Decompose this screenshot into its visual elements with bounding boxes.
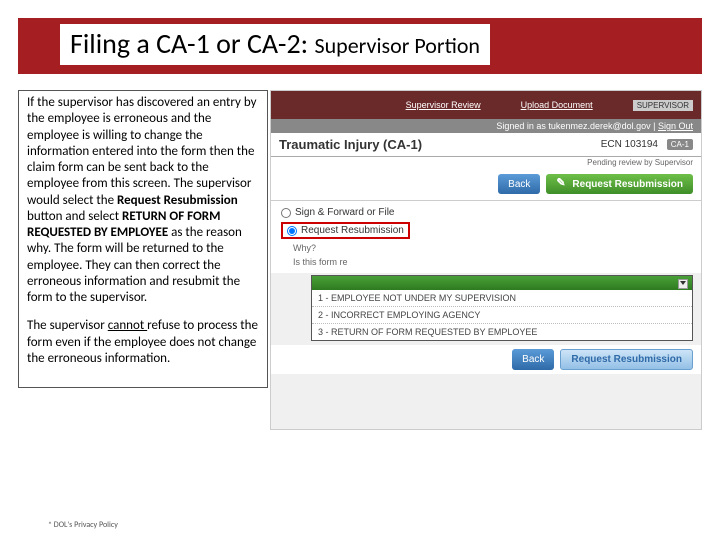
p1-mid: button and select (27, 209, 122, 224)
bottom-button-row: Back Request Resubmission (271, 345, 701, 374)
highlight-box: Request Resubmission (281, 222, 410, 239)
chevron-down-icon (680, 281, 686, 285)
back-button[interactable]: Back (498, 174, 540, 194)
nav-supervisor-review[interactable]: Supervisor Review (406, 100, 481, 110)
radio-request-resubmission[interactable] (287, 226, 297, 236)
signout-link[interactable]: Sign Out (658, 121, 693, 131)
is-form-label: Is this form re (281, 255, 691, 269)
reason-dropdown[interactable]: 1 - EMPLOYEE NOT UNDER MY SUPERVISION 2 … (311, 275, 693, 341)
request-resubmission-button[interactable]: Request Resubmission (546, 174, 693, 194)
request-resubmission-button-bottom[interactable]: Request Resubmission (560, 349, 693, 370)
signin-text: Signed in as tukenmez.derek@dol.gov | (496, 121, 658, 131)
pencil-icon (556, 178, 568, 190)
paragraph-1: If the supervisor has discovered an entr… (27, 95, 259, 306)
request-resubmission-label: Request Resubmission (572, 179, 683, 190)
p1-pre: If the supervisor has discovered an entr… (27, 95, 256, 208)
form-header: Traumatic Injury (CA-1) ECN 103194 CA-1 (271, 133, 701, 157)
option-request-resubmission[interactable]: Request Resubmission (281, 220, 691, 241)
ca1-badge: CA-1 (667, 139, 693, 150)
role-badge: SUPERVISOR (633, 100, 693, 111)
slide-title: Filing a CA-1 or CA-2: Supervisor Portio… (60, 24, 490, 65)
paragraph-2: The supervisor cannot refuse to process … (27, 318, 259, 367)
title-sub: Supervisor Portion (315, 32, 481, 59)
ecn-group: ECN 103194 CA-1 (601, 139, 693, 150)
ecn-label: ECN 103194 (601, 139, 658, 150)
dropdown-item-1[interactable]: 1 - EMPLOYEE NOT UNDER MY SUPERVISION (312, 290, 692, 307)
dropdown-item-3[interactable]: 3 - RETURN OF FORM REQUESTED BY EMPLOYEE (312, 324, 692, 340)
radio-options: Sign & Forward or File Request Resubmiss… (271, 200, 701, 273)
back-button-bottom[interactable]: Back (512, 349, 554, 370)
p2-pre: The supervisor (27, 318, 108, 333)
dropdown-header[interactable] (312, 276, 692, 290)
dropdown-item-2[interactable]: 2 - INCORRECT EMPLOYING AGENCY (312, 307, 692, 324)
app-screenshot: Supervisor Review Upload Document SUPERV… (270, 90, 702, 430)
action-button-row: Back Request Resubmission (271, 168, 701, 200)
privacy-link[interactable]: * DOL's Privacy Policy (48, 520, 118, 530)
top-nav: Supervisor Review Upload Document SUPERV… (271, 91, 701, 119)
option-request-resubmission-label: Request Resubmission (301, 225, 404, 236)
nav-upload-document[interactable]: Upload Document (521, 100, 593, 110)
option-sign-forward[interactable]: Sign & Forward or File (281, 205, 691, 220)
why-label: Why? (281, 241, 691, 255)
radio-sign-forward[interactable] (281, 208, 291, 218)
form-title: Traumatic Injury (CA-1) (279, 137, 422, 152)
p1-bold1: Request Resubmission (117, 193, 238, 208)
option-sign-forward-label: Sign & Forward or File (295, 207, 394, 218)
p2-underline: cannot (108, 318, 147, 333)
signin-row: Signed in as tukenmez.derek@dol.gov | Si… (271, 119, 701, 133)
explanation-panel: If the supervisor has discovered an entr… (18, 90, 268, 388)
title-main: Filing a CA-1 or CA-2: (70, 26, 315, 61)
pending-status: Pending review by Supervisor (271, 157, 701, 168)
